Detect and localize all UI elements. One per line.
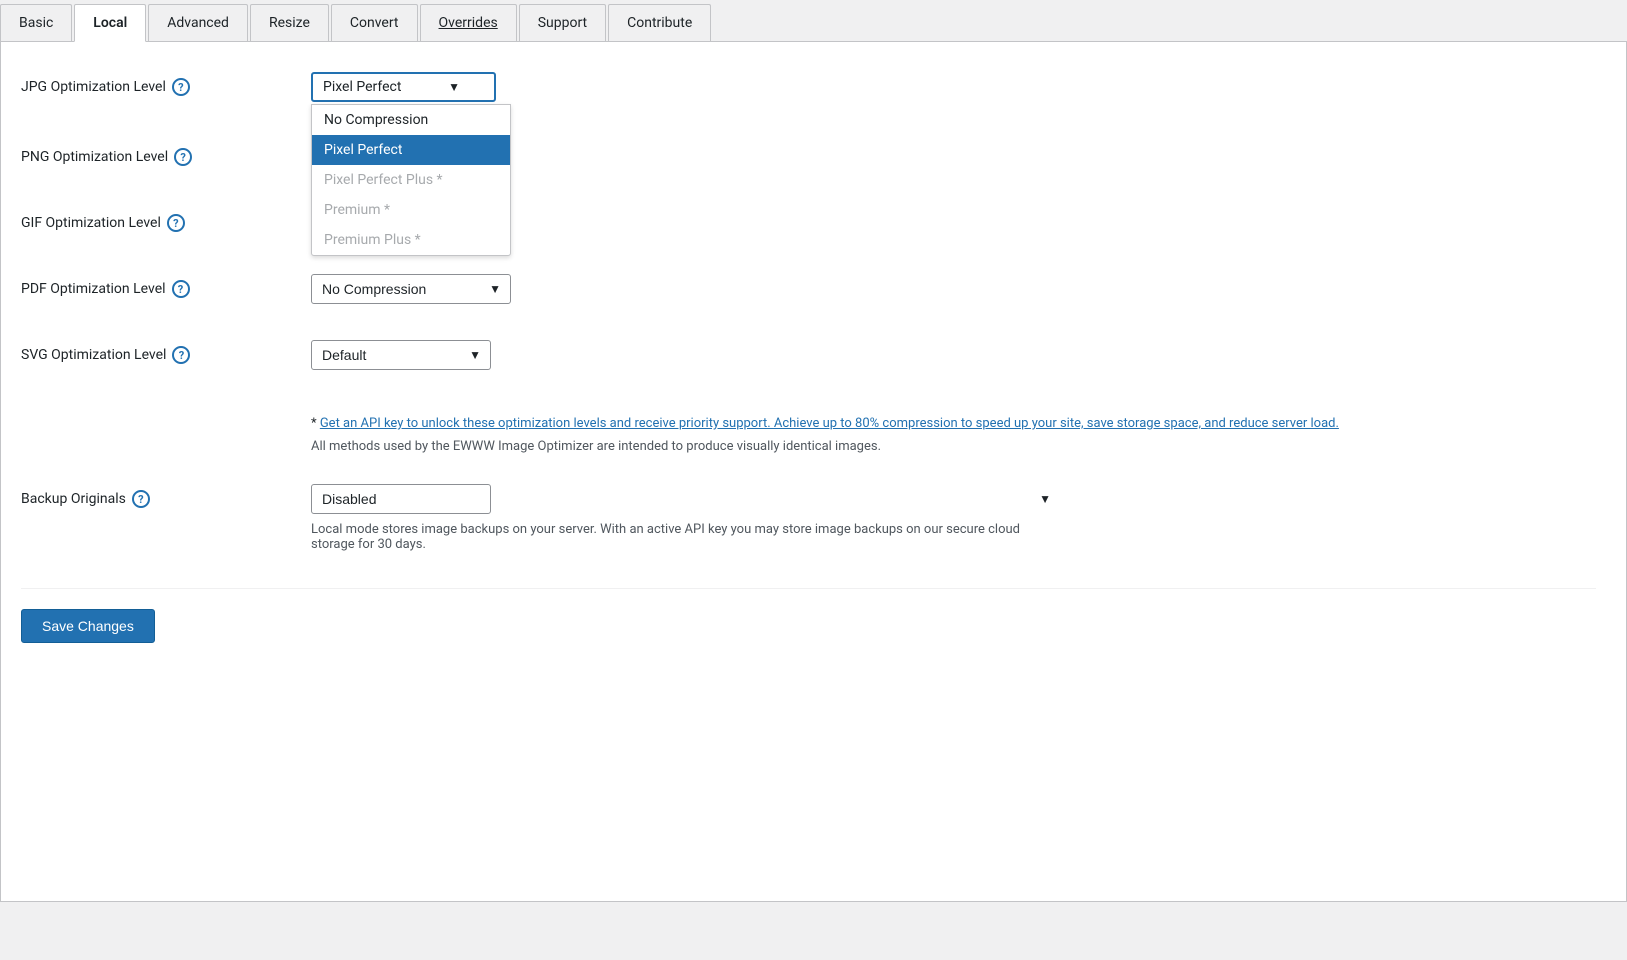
backup-select[interactable]: Disabled [311,484,491,514]
tab-resize[interactable]: Resize [250,4,329,41]
save-button[interactable]: Save Changes [21,609,155,643]
backup-description: Local mode stores image backups on your … [311,522,1061,552]
jpg-dropdown-list: No Compression Pixel Perfect Pixel Perfe… [311,104,511,256]
save-row: Save Changes [21,588,1596,643]
backup-chevron-down-icon: ▼ [1039,492,1051,506]
api-methods-note: All methods used by the EWWW Image Optim… [311,439,881,454]
svg-help-icon[interactable]: ? [172,346,190,364]
api-note-prefix: * [311,416,320,431]
svg-label-text: SVG Optimization Level [21,347,166,363]
gif-label: GIF Optimization Level ? [21,208,311,232]
pdf-select[interactable]: No Compression [311,274,511,304]
png-label: PNG Optimization Level ? [21,142,311,166]
backup-control-area: Disabled ▼ Local mode stores image backu… [311,484,1061,552]
tab-overrides[interactable]: Overrides [420,4,517,41]
png-help-icon[interactable]: ? [174,148,192,166]
pdf-label-text: PDF Optimization Level [21,281,166,297]
tab-contribute[interactable]: Contribute [608,4,711,41]
pdf-label: PDF Optimization Level ? [21,274,311,298]
jpg-option-premium-plus[interactable]: Premium Plus * [312,225,510,255]
jpg-help-icon[interactable]: ? [172,78,190,96]
jpg-option-pixel-perfect-plus[interactable]: Pixel Perfect Plus * [312,165,510,195]
gif-optimization-row: GIF Optimization Level ? Pixel Perfect ▼ [21,208,1596,238]
tab-convert[interactable]: Convert [331,4,418,41]
svg-optimization-row: SVG Optimization Level ? Default ▼ [21,340,1596,370]
pdf-optimization-row: PDF Optimization Level ? No Compression … [21,274,1596,304]
backup-help-icon[interactable]: ? [132,490,150,508]
backup-select-wrapper: Disabled ▼ [311,484,1061,514]
png-label-text: PNG Optimization Level [21,149,168,165]
svg-select[interactable]: Default [311,340,491,370]
backup-originals-row: Backup Originals ? Disabled ▼ Local mode… [21,484,1596,552]
api-note-link[interactable]: Get an API key to unlock these optimizat… [320,416,1339,431]
tab-support[interactable]: Support [519,4,606,41]
jpg-selected-value: Pixel Perfect [323,79,440,95]
gif-label-text: GIF Optimization Level [21,215,161,231]
jpg-option-premium[interactable]: Premium * [312,195,510,225]
png-optimization-row: PNG Optimization Level ? Pixel Perfect ▼ [21,142,1596,172]
jpg-option-no-compression[interactable]: No Compression [312,105,510,135]
jpg-optimization-row: JPG Optimization Level ? Pixel Perfect ▼… [21,72,1596,102]
tab-basic[interactable]: Basic [0,4,72,41]
page-wrapper: Basic Local Advanced Resize Convert Over… [0,0,1627,960]
svg-select-wrapper: Default ▼ [311,340,491,370]
jpg-chevron-down-icon: ▼ [448,80,460,94]
jpg-label-text: JPG Optimization Level [21,79,166,95]
backup-label: Backup Originals ? [21,484,311,508]
pdf-select-wrapper: No Compression ▼ [311,274,511,304]
backup-label-text: Backup Originals [21,491,126,507]
jpg-option-pixel-perfect[interactable]: Pixel Perfect [312,135,510,165]
jpg-select[interactable]: Pixel Perfect ▼ [311,72,496,102]
api-note-row: * Get an API key to unlock these optimiz… [311,406,1596,454]
main-content: JPG Optimization Level ? Pixel Perfect ▼… [0,42,1627,902]
tab-local[interactable]: Local [74,4,146,42]
tab-bar: Basic Local Advanced Resize Convert Over… [0,0,1627,42]
jpg-label: JPG Optimization Level ? [21,72,311,96]
pdf-help-icon[interactable]: ? [172,280,190,298]
tab-advanced[interactable]: Advanced [148,4,248,41]
api-note: * Get an API key to unlock these optimiz… [311,416,1339,431]
gif-help-icon[interactable]: ? [167,214,185,232]
svg-label: SVG Optimization Level ? [21,340,311,364]
